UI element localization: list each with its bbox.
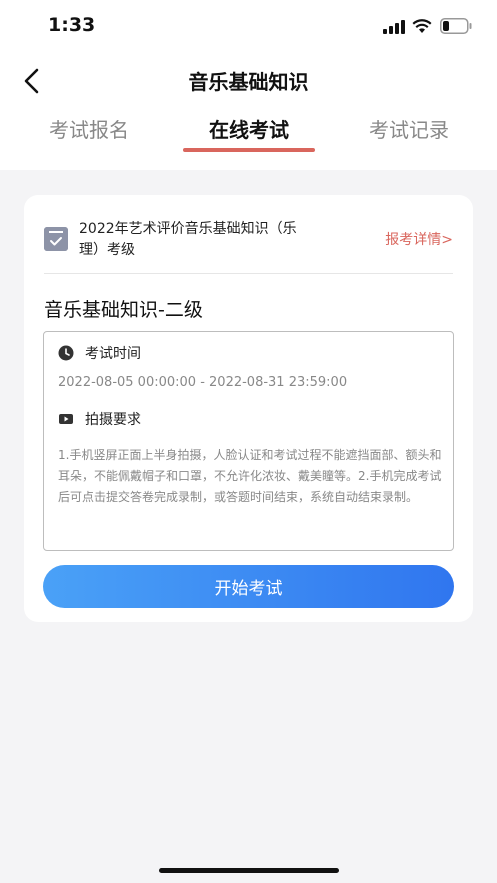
tab-exam-registration[interactable]: 考试报名 [14,114,164,143]
page-title: 音乐基础知识 [188,70,309,94]
tab-exam-records[interactable]: 考试记录 [334,114,484,143]
photo-requirements-label: 拍摄要求 [85,412,141,428]
status-bar: 1:33 [0,0,497,54]
nav-bar: 音乐基础知识 [0,54,497,106]
header-area: 1:33 音乐基础知识 考试报名 在线考试 考试记录 [0,0,497,170]
home-indicator [159,868,339,873]
exam-info-box: 考试时间 2022-08-05 00:00:00 - 2022-08-31 23… [43,331,454,551]
tab-bar: 考试报名 在线考试 考试记录 [0,106,497,166]
start-exam-button[interactable]: 开始考试 [43,565,454,608]
exam-name: 2022年艺术评价音乐基础知识（乐理）考级 [79,221,297,258]
exam-time-label: 考试时间 [85,346,141,362]
exam-level-title: 音乐基础知识-二级 [44,299,203,321]
clock-icon [58,345,74,361]
status-time: 1:33 [48,14,96,36]
divider [44,273,453,274]
exam-time-range: 2022-08-05 00:00:00 - 2022-08-31 23:59:0… [58,375,348,390]
active-tab-indicator [183,148,315,152]
battery-icon [440,18,472,34]
photo-requirements-text: 1.手机竖屏正面上半身拍摄，人脸认证和考试过程不能遮挡面部、额头和耳朵，不能佩戴… [58,448,442,504]
video-camera-icon [59,414,73,424]
registration-details-link[interactable]: 报考详情> [385,229,453,249]
wifi-icon [412,19,432,33]
exam-document-icon [44,227,68,251]
tab-online-exam[interactable]: 在线考试 [174,114,324,143]
exam-card: 2022年艺术评价音乐基础知识（乐理）考级 报考详情> 音乐基础知识-二级 考试… [24,195,473,622]
exam-header: 2022年艺术评价音乐基础知识（乐理）考级 报考详情> [44,217,453,273]
signal-icon [383,20,405,34]
